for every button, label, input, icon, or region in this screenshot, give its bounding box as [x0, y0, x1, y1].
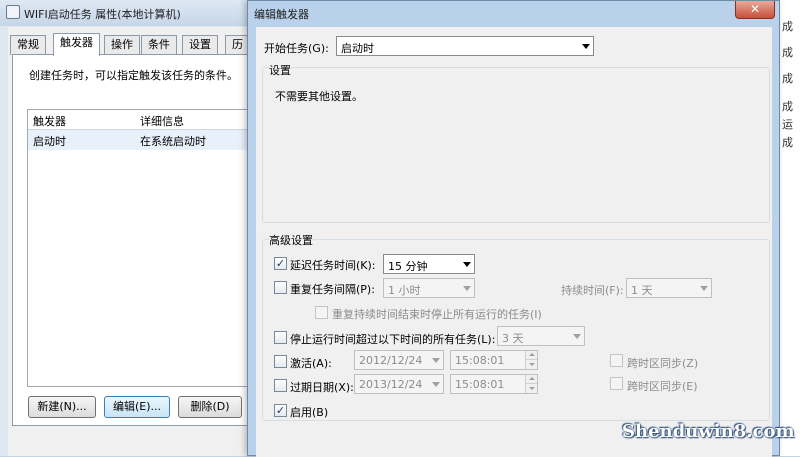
row-details-cell: 在系统启动时	[140, 135, 206, 148]
expire-sync-checkbox[interactable]	[610, 377, 623, 390]
properties-title: WIFI启动任务 属性(本地计算机)	[24, 8, 181, 21]
tab-triggers[interactable]: 触发器	[53, 33, 100, 56]
chevron-down-icon	[582, 44, 590, 49]
advanced-group-title: 高级设置	[269, 232, 313, 248]
dialog-title: 编辑触发器	[254, 8, 309, 21]
activate-checkbox[interactable]	[274, 355, 287, 368]
settings-note: 不需要其他设置。	[275, 90, 363, 103]
stop-if-longer-checkbox[interactable]	[274, 331, 287, 344]
repeat-interval-select[interactable]: 1 小时	[383, 278, 475, 298]
duration-value: 1 天	[631, 284, 653, 297]
activate-date-value: 2012/12/24	[359, 354, 423, 367]
checkmark-icon: ✓	[275, 404, 286, 417]
repeat-task-checkbox[interactable]	[274, 281, 287, 294]
activate-date-picker[interactable]: 2012/12/24	[354, 350, 444, 370]
table-header: 触发器 详细信息	[28, 110, 252, 130]
delay-task-checkbox[interactable]: ✓	[274, 257, 287, 270]
spin-down-icon[interactable]	[525, 360, 537, 369]
activate-sync-label: 跨时区同步(Z)	[627, 357, 699, 370]
tab-general[interactable]: 常规	[10, 35, 46, 55]
column-header-trigger[interactable]: 触发器	[33, 113, 66, 129]
chevron-down-icon	[463, 286, 471, 291]
row-trigger-cell: 启动时	[33, 135, 66, 148]
history-entry: 成	[782, 46, 793, 59]
begin-task-value: 启动时	[341, 42, 374, 55]
settings-group: 设置 不需要其他设置。	[262, 62, 770, 223]
history-entry: 成	[782, 136, 793, 149]
edit-trigger-button[interactable]: 编辑(E)...	[104, 396, 170, 418]
table-row[interactable]: 启动时 在系统启动时	[28, 130, 252, 150]
activate-sync-checkbox[interactable]	[610, 354, 623, 367]
chevron-down-icon	[700, 286, 708, 291]
repeat-task-label: 重复任务间隔(P):	[290, 283, 375, 296]
delay-task-label: 延迟任务时间(K):	[290, 259, 376, 272]
chevron-down-icon	[432, 382, 440, 387]
begin-task-select[interactable]: 启动时	[336, 36, 594, 56]
tab-conditions[interactable]: 条件	[141, 35, 177, 55]
dialog-client-area: 开始任务(G): 启动时 设置 不需要其他设置。 高级设置 ✓ 延迟任务时间(K…	[256, 27, 772, 457]
close-icon: ✕	[749, 2, 761, 16]
expire-time-spinner[interactable]: 15:08:01	[450, 374, 538, 394]
site-watermark: Shenduwin8.com	[622, 421, 795, 442]
spin-up-icon[interactable]	[525, 375, 537, 384]
repeat-interval-value: 1 小时	[388, 284, 421, 297]
begin-task-label: 开始任务(G):	[264, 42, 329, 55]
tab-settings[interactable]: 设置	[182, 35, 218, 55]
stop-if-longer-label: 停止运行时间超过以下时间的所有任务(L):	[290, 333, 496, 346]
column-header-details[interactable]: 详细信息	[140, 113, 184, 129]
triggers-description: 创建任务时，可以指定触发该任务的条件。	[29, 69, 238, 82]
enabled-checkbox[interactable]: ✓	[274, 404, 287, 417]
tab-actions[interactable]: 操作	[104, 35, 140, 55]
chevron-down-icon	[432, 358, 440, 363]
stop-if-longer-select[interactable]: 3 天	[497, 326, 585, 346]
history-entry: 成	[782, 72, 793, 85]
activate-label: 激活(A):	[290, 357, 332, 370]
spin-up-icon[interactable]	[525, 351, 537, 360]
duration-select[interactable]: 1 天	[626, 278, 712, 298]
delay-task-select[interactable]: 15 分钟	[383, 254, 475, 274]
stop-at-end-checkbox[interactable]	[315, 306, 328, 319]
expire-checkbox[interactable]	[274, 379, 287, 392]
enabled-label: 启用(B)	[290, 406, 329, 419]
stop-if-longer-value: 3 天	[502, 332, 524, 345]
settings-group-title: 设置	[269, 62, 291, 78]
delete-trigger-button[interactable]: 删除(D)	[178, 396, 242, 418]
edit-trigger-dialog: 编辑触发器 ✕ 开始任务(G): 启动时 设置 不需要其他设置。 高级设置 ✓ …	[247, 0, 780, 457]
new-trigger-button[interactable]: 新建(N)...	[28, 396, 96, 418]
stop-at-end-label: 重复持续时间结束时停止所有运行的任务(I)	[332, 308, 542, 321]
chevron-down-icon	[463, 262, 471, 267]
activate-time-value: 15:08:01	[455, 354, 505, 367]
expire-label: 过期日期(X):	[290, 381, 354, 394]
triggers-table[interactable]: 触发器 详细信息 启动时 在系统启动时	[27, 109, 253, 387]
history-entry: 运	[782, 118, 793, 131]
activate-time-spinner[interactable]: 15:08:01	[450, 350, 538, 370]
chevron-down-icon	[573, 334, 581, 339]
history-entry: 成	[782, 100, 793, 113]
task-window-icon	[6, 5, 20, 19]
delay-task-value: 15 分钟	[388, 260, 428, 273]
expire-time-value: 15:08:01	[455, 378, 505, 391]
close-button[interactable]: ✕	[735, 1, 775, 19]
spin-down-icon[interactable]	[525, 384, 537, 393]
history-entry: 成	[782, 20, 793, 33]
expire-date-value: 2013/12/24	[359, 378, 423, 391]
checkmark-icon: ✓	[275, 257, 286, 270]
triggers-panel: 创建任务时，可以指定触发该任务的条件。 触发器 详细信息 启动时 在系统启动时	[12, 54, 253, 426]
expire-sync-label: 跨时区同步(E)	[627, 380, 698, 393]
expire-date-picker[interactable]: 2013/12/24	[354, 374, 444, 394]
duration-label: 持续时间(F):	[561, 284, 624, 297]
